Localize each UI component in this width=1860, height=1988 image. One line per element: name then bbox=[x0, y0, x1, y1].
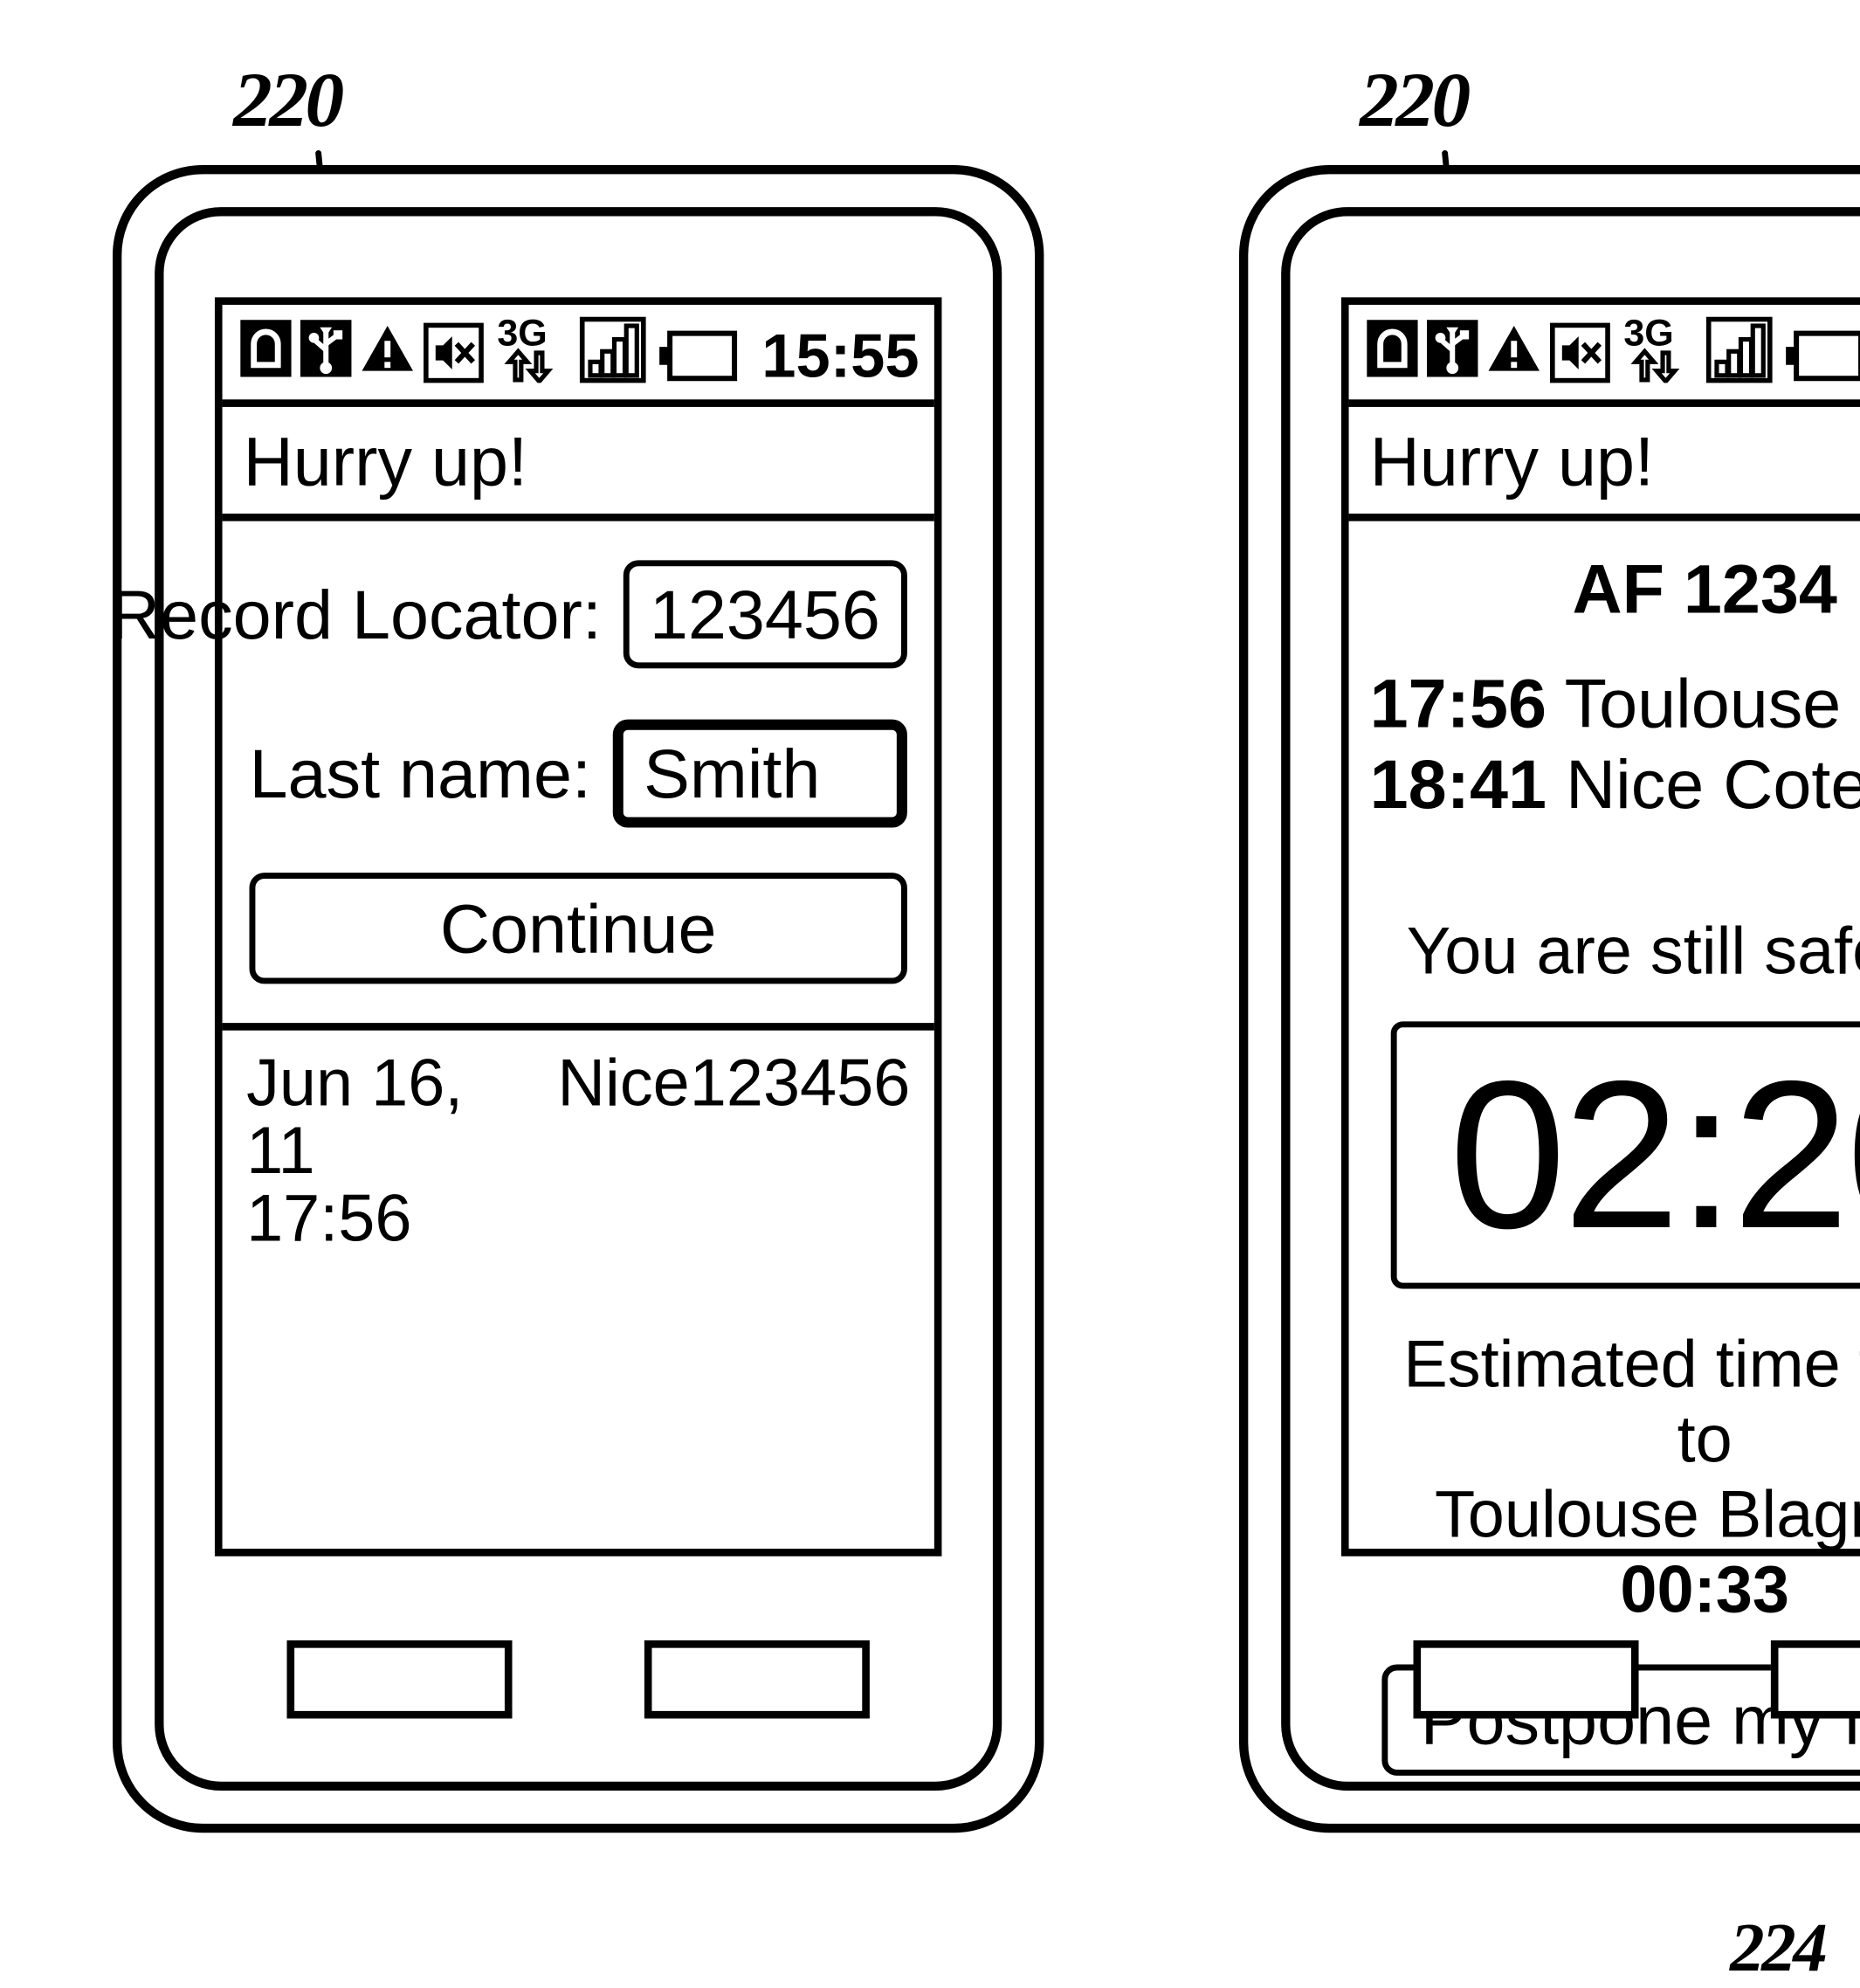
svg-text:3G: 3G bbox=[498, 314, 548, 354]
reference-numeral-220-right: 220 bbox=[1359, 59, 1471, 145]
phone-screen-right: 3G Hurry up! AF 1234 17:56 Toulouse 18:4… bbox=[1340, 297, 1860, 1777]
lock-icon bbox=[240, 320, 292, 384]
warning-triangle-icon bbox=[1487, 323, 1541, 382]
flight-status-panel: AF 1234 17:56 Toulouse Blagnac 18:41 Nic… bbox=[1349, 521, 1860, 1777]
svg-text:3G: 3G bbox=[1624, 314, 1674, 354]
eta-line1: Estimated time to go to bbox=[1403, 1327, 1860, 1477]
departure-leg: 17:56 Toulouse Blagnac bbox=[1370, 663, 1860, 744]
app-title-bar-right: Hurry up! bbox=[1348, 407, 1860, 521]
last-name-input[interactable]: Smith bbox=[612, 719, 907, 828]
battery-icon bbox=[659, 329, 738, 391]
hardware-button-right[interactable] bbox=[1770, 1640, 1860, 1719]
departure-airport: Toulouse Blagnac bbox=[1564, 664, 1860, 742]
arrival-time: 18:41 bbox=[1369, 745, 1547, 825]
status-bar-left-icons bbox=[1367, 320, 1541, 384]
booking-reference: 123456 bbox=[689, 1046, 911, 1122]
status-bar-clock: 15:55 bbox=[761, 321, 920, 391]
flight-number: AF 1234 bbox=[1572, 549, 1837, 628]
lock-icon bbox=[1367, 320, 1418, 384]
continue-button[interactable]: Continue bbox=[249, 873, 907, 984]
hardware-button-right[interactable] bbox=[644, 1640, 870, 1719]
phone-bezel-right: 3G Hurry up! AF 1234 17:56 Toulouse 18:4… bbox=[1281, 207, 1860, 1791]
safe-time-label: You are still safe for: bbox=[1406, 914, 1860, 988]
arrival-airport: Nice Cote d’Azur bbox=[1565, 745, 1860, 825]
record-locator-label: Record Locator: bbox=[109, 575, 602, 654]
usb-icon bbox=[300, 320, 352, 384]
signal-bars-icon bbox=[579, 316, 647, 390]
booking-list: Jun 16, 11 17:56 Nice 123456 bbox=[223, 1031, 934, 1549]
app-title: Hurry up! bbox=[243, 421, 528, 500]
app-title-bar-left: Hurry up! bbox=[222, 407, 934, 521]
estimated-travel-time: Estimated time to go to Toulouse Blagnac… bbox=[1370, 1328, 1860, 1629]
last-name-value: Smith bbox=[644, 735, 821, 813]
status-bar-left-icons bbox=[240, 320, 415, 384]
departure-time: 17:56 bbox=[1369, 664, 1547, 742]
phone-bezel-left: 3G 15:55 Hurry up! Record Locator: 12345… bbox=[110, 207, 1002, 1791]
hardware-buttons-left bbox=[215, 1640, 941, 1719]
continue-button-label: Continue bbox=[439, 889, 717, 968]
status-bar-right-icons: 3G bbox=[423, 313, 920, 391]
booking-date: Jun 16, 11 17:56 bbox=[246, 1046, 464, 1256]
last-name-label: Last name: bbox=[249, 735, 591, 813]
arrival-leg: 18:41 Nice Cote d’Azur bbox=[1370, 744, 1860, 825]
phone-device-right: 3G Hurry up! AF 1234 17:56 Toulouse 18:4… bbox=[1239, 165, 1860, 1833]
status-bar-right: 3G bbox=[1348, 305, 1860, 408]
signal-bars-icon bbox=[1705, 316, 1774, 390]
3g-data-icon: 3G bbox=[498, 313, 567, 390]
eta-airport: Toulouse Blagnac: bbox=[1434, 1478, 1860, 1552]
speaker-mute-icon bbox=[423, 322, 485, 390]
hardware-button-left[interactable] bbox=[286, 1640, 513, 1719]
eta-value: 00:33 bbox=[1620, 1553, 1789, 1627]
checkin-form-panel: Record Locator: 123456 Last name: Smith … bbox=[110, 521, 934, 1031]
battery-icon bbox=[1786, 329, 1860, 391]
status-bar-left: 3G 15:55 bbox=[222, 305, 934, 408]
usb-icon bbox=[1427, 320, 1478, 384]
record-locator-row: Record Locator: 123456 bbox=[110, 560, 907, 669]
reference-numeral-220-left: 220 bbox=[232, 59, 344, 145]
phone-screen-left: 3G 15:55 Hurry up! Record Locator: 12345… bbox=[110, 297, 942, 1557]
reference-numeral-224: 224 bbox=[1730, 1909, 1828, 1986]
booking-city: Nice bbox=[557, 1046, 690, 1122]
warning-triangle-icon bbox=[361, 323, 415, 382]
record-locator-input[interactable]: 123456 bbox=[622, 560, 907, 669]
phone-device-left: 3G 15:55 Hurry up! Record Locator: 12345… bbox=[110, 165, 1044, 1833]
record-locator-value: 123456 bbox=[649, 575, 880, 654]
status-bar-right-icons: 3G bbox=[1549, 313, 1860, 391]
list-item[interactable]: Jun 16, 11 17:56 Nice 123456 bbox=[246, 1046, 911, 1256]
speaker-mute-icon bbox=[1549, 322, 1611, 390]
countdown-timer: 02:20 bbox=[1390, 1020, 1860, 1288]
last-name-row: Last name: Smith bbox=[249, 719, 907, 828]
countdown-value: 02:20 bbox=[1449, 1035, 1860, 1273]
hardware-buttons-right bbox=[1341, 1640, 1860, 1719]
hardware-button-left[interactable] bbox=[1413, 1640, 1639, 1719]
3g-data-icon: 3G bbox=[1624, 313, 1693, 390]
app-title: Hurry up! bbox=[1369, 421, 1655, 500]
